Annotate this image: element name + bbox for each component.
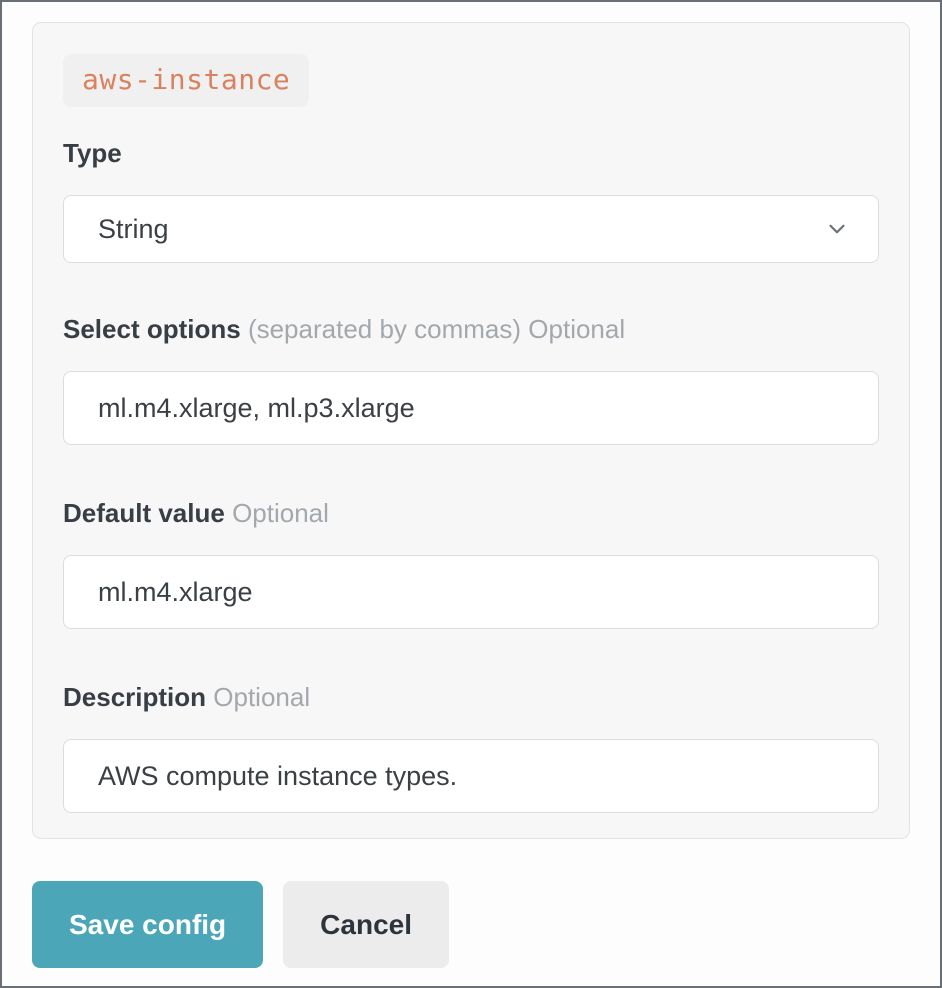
select-options-label: Select options (separated by commas) Opt…: [63, 314, 879, 345]
cancel-button[interactable]: Cancel: [283, 881, 449, 968]
type-label: Type: [63, 138, 879, 169]
select-options-label-text: Select options: [63, 314, 241, 344]
save-config-button[interactable]: Save config: [32, 881, 264, 968]
select-options-optional-badge: Optional: [528, 314, 626, 344]
description-input[interactable]: [63, 739, 879, 813]
default-value-label: Default value Optional: [63, 498, 879, 529]
type-select-value: String: [98, 213, 169, 244]
config-editor-card: aws-instance Type String Select options …: [32, 22, 910, 839]
default-value-optional-badge: Optional: [232, 498, 329, 528]
description-label-text: Description: [63, 682, 207, 712]
action-bar: Save config Cancel: [32, 881, 910, 968]
default-value-input[interactable]: [63, 555, 879, 629]
chevron-down-icon: [824, 216, 850, 242]
select-options-hint: (separated by commas): [247, 314, 522, 344]
description-optional-badge: Optional: [213, 682, 311, 712]
default-value-label-text: Default value: [63, 498, 225, 528]
type-select[interactable]: String: [63, 195, 879, 263]
select-options-input[interactable]: [63, 371, 879, 445]
type-label-text: Type: [63, 138, 122, 168]
description-label: Description Optional: [63, 682, 879, 713]
config-name-tag: aws-instance: [63, 54, 310, 107]
